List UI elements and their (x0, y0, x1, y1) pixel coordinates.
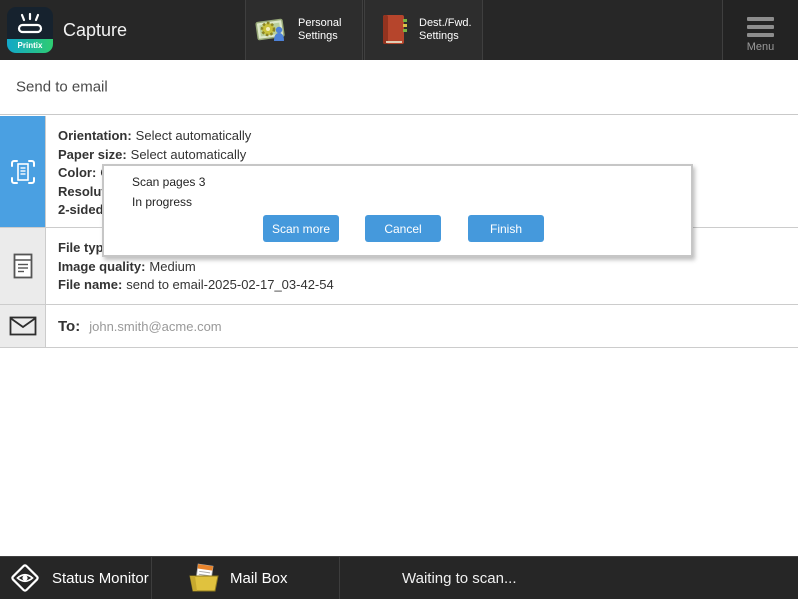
menu-button[interactable]: Menu (722, 0, 798, 60)
image-quality-value: Medium (149, 259, 195, 274)
color-label: Color: (58, 165, 96, 180)
dest-fwd-settings-label: Dest./Fwd. Settings (419, 17, 472, 43)
scanner-icon (14, 10, 46, 38)
to-label: To: (58, 318, 80, 335)
setting-file-name: File name: send to email-2025-02-17_03-42… (58, 276, 798, 295)
status-monitor-label: Status Monitor (52, 570, 149, 587)
setting-paper-size: Paper size: Select automatically (58, 146, 798, 165)
paper-size-value: Select automatically (131, 147, 247, 162)
setting-image-quality: Image quality: Medium (58, 258, 798, 277)
scanner-status-text: Waiting to scan... (402, 557, 517, 599)
scan-frame-icon (8, 157, 38, 187)
paper-size-label: Paper size: (58, 147, 127, 162)
address-book-icon (379, 12, 411, 48)
orientation-value: Select automatically (136, 128, 252, 143)
printix-logo: Printix (7, 7, 53, 53)
scan-more-button[interactable]: Scan more (263, 215, 339, 242)
personal-settings-button[interactable]: Personal Settings (245, 0, 363, 60)
status-bar: Status Monitor Mail Box Waiting to scan.… (0, 556, 798, 599)
orientation-label: Orientation: (58, 128, 132, 143)
file-settings-icon-cell (0, 228, 46, 304)
top-app-bar: Printix Capture Personal Settings (0, 0, 798, 60)
printix-logo-label: Printix (7, 39, 53, 53)
to-email-value: john.smith@acme.com (89, 319, 221, 334)
file-name-label: File name: (58, 277, 122, 292)
file-document-icon (12, 252, 34, 280)
recipient-icon-cell (0, 305, 46, 347)
page-title: Send to email (16, 79, 108, 96)
personal-settings-icon (254, 13, 290, 47)
mail-box-button[interactable]: Mail Box (152, 557, 340, 599)
mail-box-label: Mail Box (230, 570, 288, 587)
scan-pages-text: Scan pages 3 (132, 175, 205, 189)
cancel-button[interactable]: Cancel (365, 215, 441, 242)
scan-status-text: In progress (132, 195, 192, 209)
status-monitor-button[interactable]: Status Monitor (0, 557, 152, 599)
setting-orientation: Orientation: Select automatically (58, 127, 798, 146)
dest-fwd-label-line2: Settings (419, 30, 472, 43)
hamburger-icon (747, 17, 774, 37)
page-title-bar: Send to email (0, 60, 798, 115)
file-name-value: send to email-2025-02-17_03-42-54 (126, 277, 333, 292)
personal-settings-label-line2: Settings (298, 30, 341, 43)
image-quality-label: Image quality: (58, 259, 145, 274)
personal-settings-label-line1: Personal (298, 17, 341, 30)
two-sided-label: 2-sided: (58, 202, 108, 217)
envelope-icon (9, 316, 37, 336)
app-title: Capture (63, 0, 127, 60)
recipient-row[interactable]: To: john.smith@acme.com (0, 305, 798, 348)
status-monitor-icon (8, 561, 42, 595)
scan-progress-dialog: Scan pages 3 In progress Scan more Cance… (102, 164, 693, 257)
dest-fwd-label-line1: Dest./Fwd. (419, 17, 472, 30)
finish-button[interactable]: Finish (468, 215, 544, 242)
personal-settings-label: Personal Settings (298, 17, 341, 43)
recipient-text: To: john.smith@acme.com (47, 305, 798, 347)
menu-button-label: Menu (729, 41, 792, 53)
dest-fwd-settings-button[interactable]: Dest./Fwd. Settings (364, 0, 483, 60)
scan-settings-icon-cell (0, 116, 46, 227)
mail-box-icon (188, 563, 220, 593)
